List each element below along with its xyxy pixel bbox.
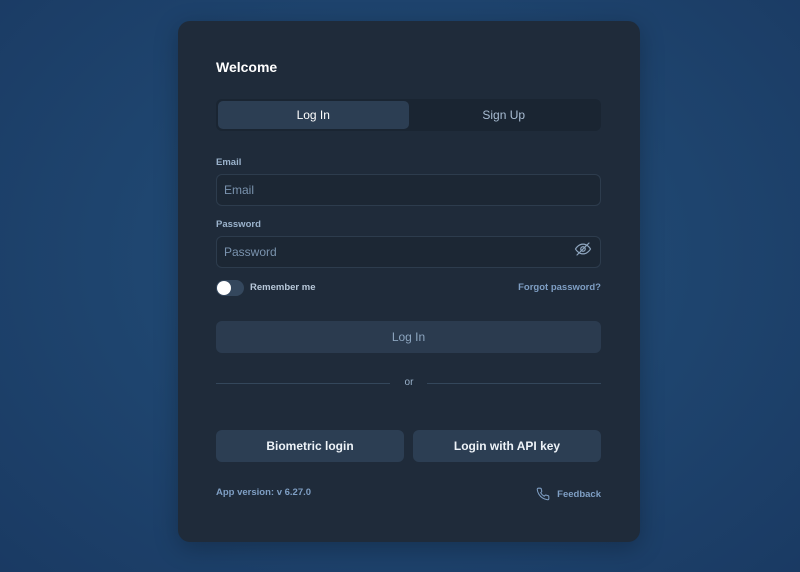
divider-right: [427, 383, 601, 384]
toggle-knob: [217, 281, 231, 295]
app-version: App version: v 6.27.0: [216, 487, 312, 498]
api-key-login-button[interactable]: Login with API key: [413, 430, 601, 462]
remember-me-label: Remember me: [250, 282, 316, 293]
phone-icon: [536, 487, 550, 501]
biometric-login-button[interactable]: Biometric login: [216, 430, 404, 462]
divider-or-label: or: [404, 377, 414, 388]
tab-sign-up[interactable]: Sign Up: [409, 101, 600, 129]
divider-left: [216, 383, 390, 384]
remember-me-toggle[interactable]: [216, 280, 244, 296]
forgot-password-link[interactable]: Forgot password?: [518, 282, 601, 293]
email-label: Email: [216, 157, 242, 168]
login-card: Welcome Log In Sign Up Email Password Re…: [178, 21, 640, 542]
feedback-label: Feedback: [557, 488, 601, 500]
auth-tabs: Log In Sign Up: [216, 99, 601, 131]
email-field[interactable]: [216, 174, 601, 206]
eye-off-icon[interactable]: [574, 240, 592, 258]
tab-log-in[interactable]: Log In: [218, 101, 409, 129]
login-button[interactable]: Log In: [216, 321, 601, 353]
feedback-link[interactable]: Feedback: [536, 487, 601, 501]
password-field[interactable]: [216, 236, 601, 268]
password-label: Password: [216, 219, 261, 230]
card-title: Welcome: [216, 59, 278, 75]
